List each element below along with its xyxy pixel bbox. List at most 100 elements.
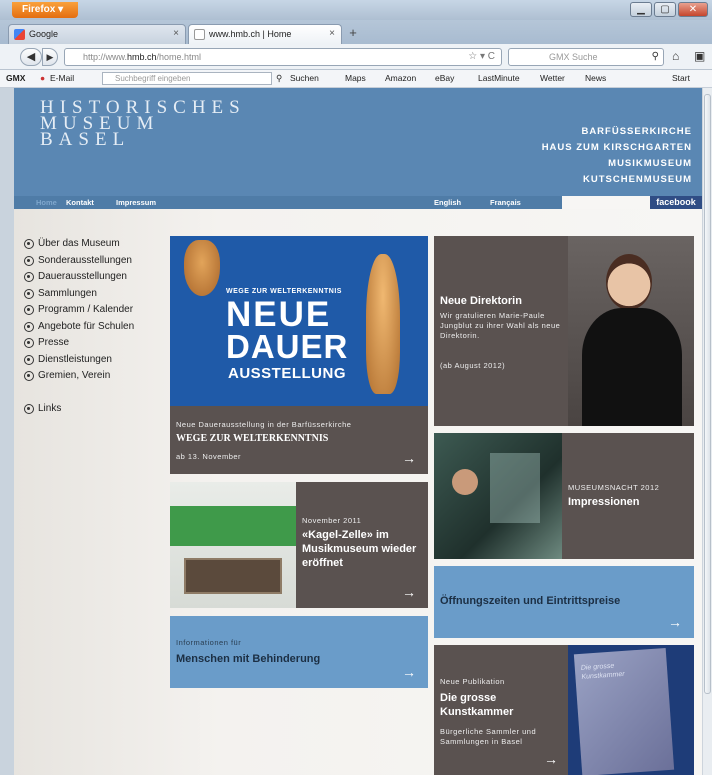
sidebar-item-schulen[interactable]: Angebote für Schulen	[24, 319, 134, 336]
director-body-image	[582, 308, 682, 426]
facebook-link[interactable]: facebook	[650, 196, 702, 209]
menu-impressum[interactable]: Impressum	[116, 196, 156, 209]
exhibition-poster: WEGE ZUR WELTERKENNTNIS NEUE DAUER AUSST…	[170, 236, 428, 406]
sidebar-item-ueber[interactable]: Über das Museum	[24, 236, 134, 253]
tile-neue-publikation[interactable]: Die grosse Kunstkammer Neue Publikation …	[434, 645, 694, 775]
sidebar-item-presse[interactable]: Presse	[24, 335, 134, 352]
maximize-button[interactable]: ▢	[654, 2, 676, 17]
tile-subtitle: MUSEUMSNACHT 2012	[568, 483, 660, 492]
forward-button[interactable]: ▶	[42, 48, 58, 66]
browser-window: Firefox ▾ ▁ ▢ ✕ Google × www.hmb.ch | Ho…	[0, 0, 712, 775]
sidebar-item-dienstleistungen[interactable]: Dienstleistungen	[24, 352, 134, 369]
close-tab-icon[interactable]: ×	[173, 25, 179, 43]
menu-francais[interactable]: Français	[490, 196, 521, 209]
site-barfuesserkirche[interactable]: BARFÜSSERKIRCHE	[542, 124, 692, 140]
standing-figure-image	[366, 254, 400, 394]
email-bookmark[interactable]: E-Mail	[50, 70, 74, 87]
book-cover-title: Die grosse Kunstkammer	[580, 662, 625, 681]
search-box[interactable]: GMX Suche ⚲	[508, 48, 664, 66]
ebay-bookmark[interactable]: eBay	[435, 70, 454, 87]
display-table-image	[184, 558, 282, 594]
bookmark-star-icon[interactable]: ☆ ▾ C	[468, 49, 495, 65]
museum-logo[interactable]: HISTORISCHES MUSEUM BASEL	[40, 98, 246, 149]
tile-title: Neue Direktorin	[440, 295, 522, 307]
sidebar-item-links[interactable]: Links	[24, 401, 134, 418]
site-kirschgarten[interactable]: HAUS ZUM KIRSCHGARTEN	[542, 140, 692, 156]
sidebar-item-label: Links	[38, 402, 62, 414]
tile-date: (ab August 2012)	[440, 361, 506, 370]
circle-bullet-icon	[24, 255, 34, 266]
minimize-button[interactable]: ▁	[630, 2, 652, 17]
display-case-image	[490, 453, 540, 523]
menu-kontakt[interactable]: Kontakt	[66, 196, 94, 209]
url-path: /home.html	[156, 52, 202, 62]
tab-hmb[interactable]: www.hmb.ch | Home ×	[188, 24, 342, 44]
site-kutschenmuseum[interactable]: KUTSCHENMUSEUM	[542, 172, 692, 188]
new-tab-button[interactable]: +	[344, 26, 362, 42]
tile-oeffnungszeiten[interactable]: Öffnungszeiten und Eintrittspreise →	[434, 566, 694, 638]
sidebar-item-sammlungen[interactable]: Sammlungen	[24, 286, 134, 303]
tile-behinderung[interactable]: Informationen für Menschen mit Behinderu…	[170, 616, 428, 688]
vertical-scrollbar[interactable]	[702, 88, 712, 775]
tile-kagel-zelle[interactable]: November 2011 «Kagel-Zelle» im Musikmuse…	[170, 482, 428, 608]
tile-neue-dauerausstellung[interactable]: WEGE ZUR WELTERKENNTNIS NEUE DAUER AUSST…	[170, 236, 428, 474]
book-cover-image: Die grosse Kunstkammer	[573, 647, 675, 775]
toolbar-search-placeholder: Suchbegriff eingeben	[115, 74, 191, 83]
toolbar-search-icon[interactable]: ⚲	[276, 70, 282, 87]
google-favicon-icon	[14, 29, 25, 40]
wetter-bookmark[interactable]: Wetter	[540, 70, 565, 87]
gmx-toolbar-label[interactable]: GMX	[6, 70, 25, 87]
close-tab-icon[interactable]: ×	[329, 25, 335, 43]
tile-text: Bürgerliche Sammler und Sammlungen in Ba…	[440, 727, 537, 746]
tile-subtitle: Neue Publikation	[440, 677, 505, 686]
sidebar-item-gremien[interactable]: Gremien, Verein	[24, 368, 134, 385]
arrow-right-icon: →	[402, 584, 416, 600]
start-bookmark[interactable]: Start	[672, 70, 690, 87]
circle-bullet-icon	[24, 371, 34, 381]
site-musikmuseum[interactable]: MUSIKMUSEUM	[542, 156, 692, 172]
tile-title: Die grosse Kunstkammer	[440, 692, 514, 718]
toolbar-search-input[interactable]: Suchbegriff eingeben	[102, 72, 272, 85]
sidebar-item-label: Dauerausstellungen	[38, 271, 127, 282]
circle-bullet-icon	[24, 288, 34, 299]
circle-bullet-icon	[24, 321, 34, 332]
director-face-image	[606, 254, 652, 310]
home-icon[interactable]: ⌂	[672, 49, 679, 63]
sidebar-item-sonderausstellungen[interactable]: Sonderausstellungen	[24, 253, 134, 270]
tab-bar: Google × www.hmb.ch | Home × +	[0, 20, 712, 44]
tile-neue-direktorin[interactable]: Neue Direktorin Wir gratulieren Marie-Pa…	[434, 236, 694, 426]
circle-bullet-icon	[24, 403, 34, 414]
close-window-button[interactable]: ✕	[678, 2, 708, 17]
url-domain: hmb.ch	[127, 52, 157, 62]
search-icon[interactable]: ⚲	[652, 49, 659, 65]
tile-title: WEGE ZUR WELTERKENNTNIS	[176, 433, 329, 444]
circle-bullet-icon	[24, 272, 34, 282]
sidebar-nav: Über das Museum Sonderausstellungen Daue…	[24, 236, 134, 417]
sidebar-item-label: Sammlungen	[38, 287, 97, 299]
upside-down-figure-image	[184, 240, 220, 296]
sidebar-item-label: Angebote für Schulen	[38, 320, 135, 332]
arrow-right-icon: →	[668, 614, 682, 630]
news-bookmark[interactable]: News	[585, 70, 606, 87]
lastminute-bookmark[interactable]: LastMinute	[478, 70, 520, 87]
address-bar[interactable]: http://www.hmb.ch/home.html ☆ ▾ C	[64, 48, 502, 66]
extension-icon[interactable]: ▣	[694, 49, 705, 63]
back-button[interactable]: ◀	[20, 48, 42, 66]
amazon-bookmark[interactable]: Amazon	[385, 70, 416, 87]
page-favicon-icon	[194, 29, 205, 40]
sidebar-item-programm[interactable]: Programm / Kalender	[24, 302, 134, 319]
scrollbar-thumb[interactable]	[704, 94, 711, 694]
tab-google[interactable]: Google ×	[8, 24, 186, 44]
arrow-right-icon: →	[402, 664, 416, 680]
menu-home[interactable]: Home	[36, 196, 57, 209]
menu-english[interactable]: English	[434, 196, 461, 209]
maps-bookmark[interactable]: Maps	[345, 70, 366, 87]
suchen-button[interactable]: Suchen	[290, 70, 319, 87]
tile-museumsnacht[interactable]: MUSEUMSNACHT 2012 Impressionen	[434, 433, 694, 559]
sidebar-item-dauerausstellungen[interactable]: Dauerausstellungen	[24, 269, 134, 286]
search-placeholder: GMX Suche	[549, 52, 598, 62]
poster-line-ausstellung: AUSSTELLUNG	[228, 365, 346, 382]
firefox-menu-button[interactable]: Firefox ▾	[12, 2, 78, 18]
book-cover-area: Die grosse Kunstkammer	[568, 645, 694, 775]
title-bar: Firefox ▾ ▁ ▢ ✕	[0, 0, 712, 20]
